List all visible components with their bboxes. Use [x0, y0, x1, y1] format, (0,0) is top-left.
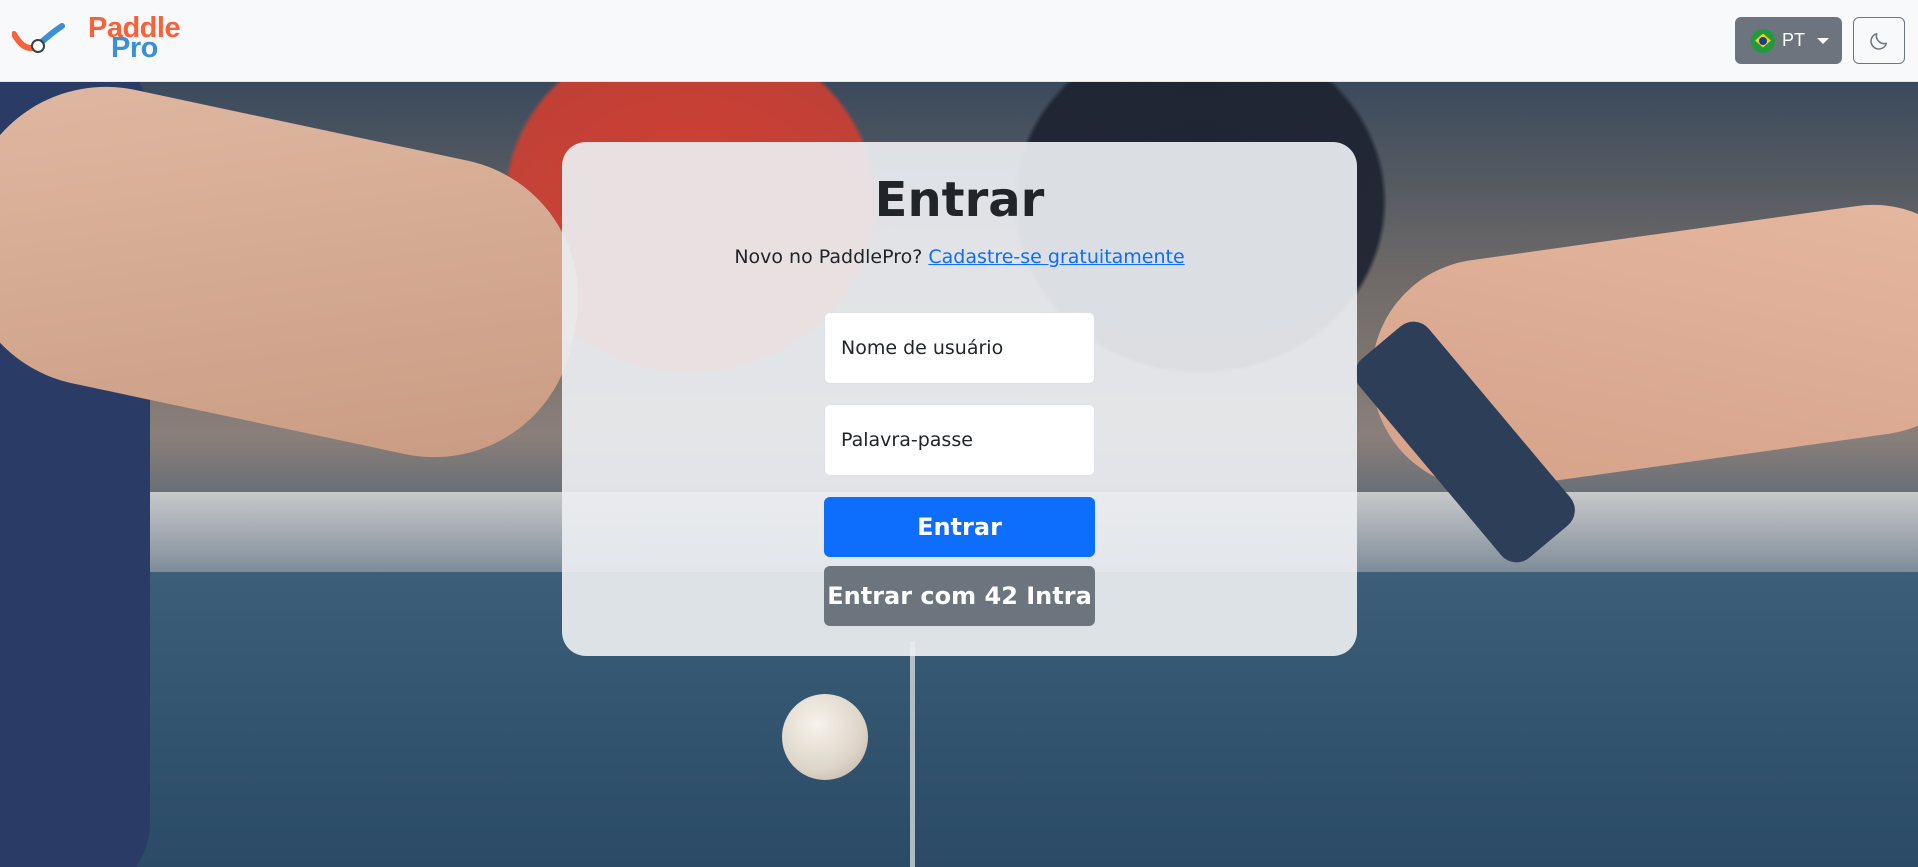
caret-down-icon — [1817, 37, 1830, 44]
navbar: Paddle Pro PT — [0, 0, 1918, 82]
signup-link[interactable]: Cadastre-se gratuitamente — [928, 246, 1184, 268]
language-code: PT — [1782, 30, 1806, 50]
brand-name-pro: Pro — [111, 32, 158, 64]
page-title: Entrar — [874, 172, 1045, 228]
signup-prompt-text: Novo no PaddlePro? — [734, 246, 923, 268]
moon-icon — [1870, 32, 1888, 50]
login-button[interactable]: Entrar — [824, 497, 1095, 557]
signup-prompt: Novo no PaddlePro? Cadastre-se gratuitam… — [562, 246, 1357, 268]
theme-toggle-button[interactable] — [1853, 17, 1905, 64]
language-dropdown-button[interactable]: PT — [1735, 17, 1842, 64]
login-card: Entrar Novo no PaddlePro? Cadastre-se gr… — [562, 142, 1357, 656]
brazil-flag-icon — [1751, 28, 1775, 53]
paddle-logo-icon — [12, 23, 65, 53]
username-input[interactable] — [824, 312, 1095, 384]
password-input[interactable] — [824, 404, 1095, 476]
intra-login-button[interactable]: Entrar com 42 Intra — [824, 566, 1095, 626]
brand-logo[interactable]: Paddle Pro — [12, 12, 192, 68]
